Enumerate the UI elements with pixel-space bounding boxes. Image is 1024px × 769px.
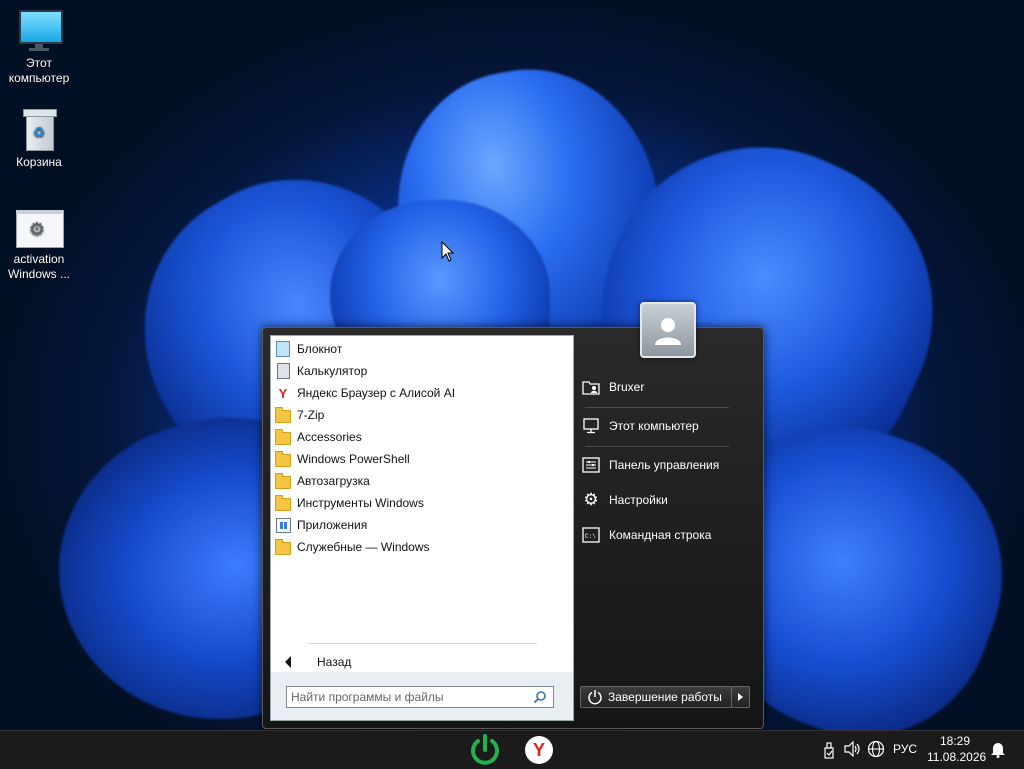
power-start-icon [471,734,499,765]
program-label: Служебные — Windows [297,540,430,554]
back-label: Назад [317,655,352,669]
right-item-label: Панель управления [609,458,720,472]
notification-bell-icon[interactable] [990,740,1006,758]
program-item-windows-tools[interactable]: Инструменты Windows [275,492,569,514]
right-item-control-panel[interactable]: Панель управления [581,453,751,477]
right-item-this-pc[interactable]: Этот компьютер [581,414,751,438]
network-globe-icon[interactable] [867,740,885,758]
right-item-settings[interactable]: ⚙ Настройки [581,488,751,512]
search-box [286,686,554,708]
divider [307,643,537,644]
right-item-label: Этот компьютер [609,419,699,433]
taskbar: Y РУС 18:29 11.08.2026 [0,730,1024,769]
program-item-notepad[interactable]: Блокнот [275,338,569,360]
right-item-user-folder[interactable]: Bruxer [581,375,751,399]
folder-icon [275,494,291,511]
program-item-apps[interactable]: Приложения [275,514,569,536]
divider [585,446,729,447]
folder-icon [275,406,291,423]
program-label: Windows PowerShell [297,452,410,466]
shutdown-button[interactable]: Завершение работы [580,686,732,708]
divider [585,407,729,408]
desktop-icon-label: Корзина [16,155,62,169]
monitor-icon [17,8,63,52]
power-icon [588,690,602,705]
folder-icon [275,538,291,555]
back-arrow-icon [285,656,291,668]
right-item-label: Командная строка [609,528,712,542]
program-item-accessories[interactable]: Accessories [275,426,569,448]
program-label: Яндекс Браузер с Алисой AI [297,386,456,400]
mouse-cursor-icon [441,241,455,262]
taskbar-yandex-browser[interactable]: Y [525,736,553,764]
program-label: 7-Zip [297,408,325,422]
recycle-bin-icon: ♻ [21,107,57,151]
computer-icon [581,416,601,436]
program-label: Accessories [297,430,362,444]
desktop-icon-this-pc[interactable]: Этот компьютер [0,8,78,86]
right-item-label: Bruxer [609,380,645,394]
search-icon[interactable] [533,690,547,704]
desktop-icon-recycle-bin[interactable]: ♻ Корзина [0,107,78,170]
program-item-system-tools[interactable]: Служебные — Windows [275,536,569,558]
back-button[interactable]: Назад [275,651,569,673]
volume-icon[interactable] [844,741,862,757]
right-item-label: Настройки [609,493,668,507]
programs-list: Блокнот Калькулятор Y Яндекс Браузер с А… [270,335,574,674]
program-label: Калькулятор [297,364,368,378]
user-avatar[interactable] [640,302,696,358]
calculator-icon [275,363,291,379]
program-label: Инструменты Windows [297,496,424,510]
program-item-startup[interactable]: Автозагрузка [275,470,569,492]
folder-icon [275,428,291,445]
search-input[interactable] [287,687,533,707]
svg-text:C:\: C:\ [585,533,596,540]
control-panel-icon [581,455,601,475]
language-indicator[interactable]: РУС [893,742,917,756]
folder-icon [275,472,291,489]
program-label: Автозагрузка [297,474,370,488]
command-prompt-icon: C:\ [581,525,601,545]
settings-file-icon: ⚙ [16,210,64,248]
start-button[interactable] [466,731,504,769]
folder-icon [275,450,291,467]
program-item-calculator[interactable]: Калькулятор [275,360,569,382]
clock-date[interactable]: 11.08.2026 [927,750,986,764]
desktop-icon-label: Этот компьютер [8,56,70,85]
desktop-icon-label: activation Windows ... [7,252,70,281]
user-silhouette-icon [655,318,681,345]
yandex-browser-icon: Y [278,385,288,401]
desktop-icon-activation[interactable]: ⚙ activation Windows ... [0,210,78,282]
program-label: Блокнот [297,342,343,356]
yandex-browser-icon: Y [532,739,545,760]
search-area [270,672,574,721]
apps-folder-icon [275,517,291,533]
start-menu: Блокнот Калькулятор Y Яндекс Браузер с А… [262,302,764,729]
program-item-yandex-browser[interactable]: Y Яндекс Браузер с Алисой AI [275,382,569,404]
chevron-right-icon [738,693,743,701]
shutdown-options-button[interactable] [731,686,750,708]
program-item-powershell[interactable]: Windows PowerShell [275,448,569,470]
notepad-icon [275,341,291,357]
shutdown-label: Завершение работы [608,690,722,704]
clock-time[interactable]: 18:29 [940,734,970,748]
program-label: Приложения [297,518,368,532]
gear-icon: ⚙ [583,490,599,509]
user-folder-icon [581,377,601,397]
right-item-command-prompt[interactable]: C:\ Командная строка [581,523,751,547]
program-item-7zip[interactable]: 7-Zip [275,404,569,426]
usb-device-icon[interactable] [822,741,836,759]
